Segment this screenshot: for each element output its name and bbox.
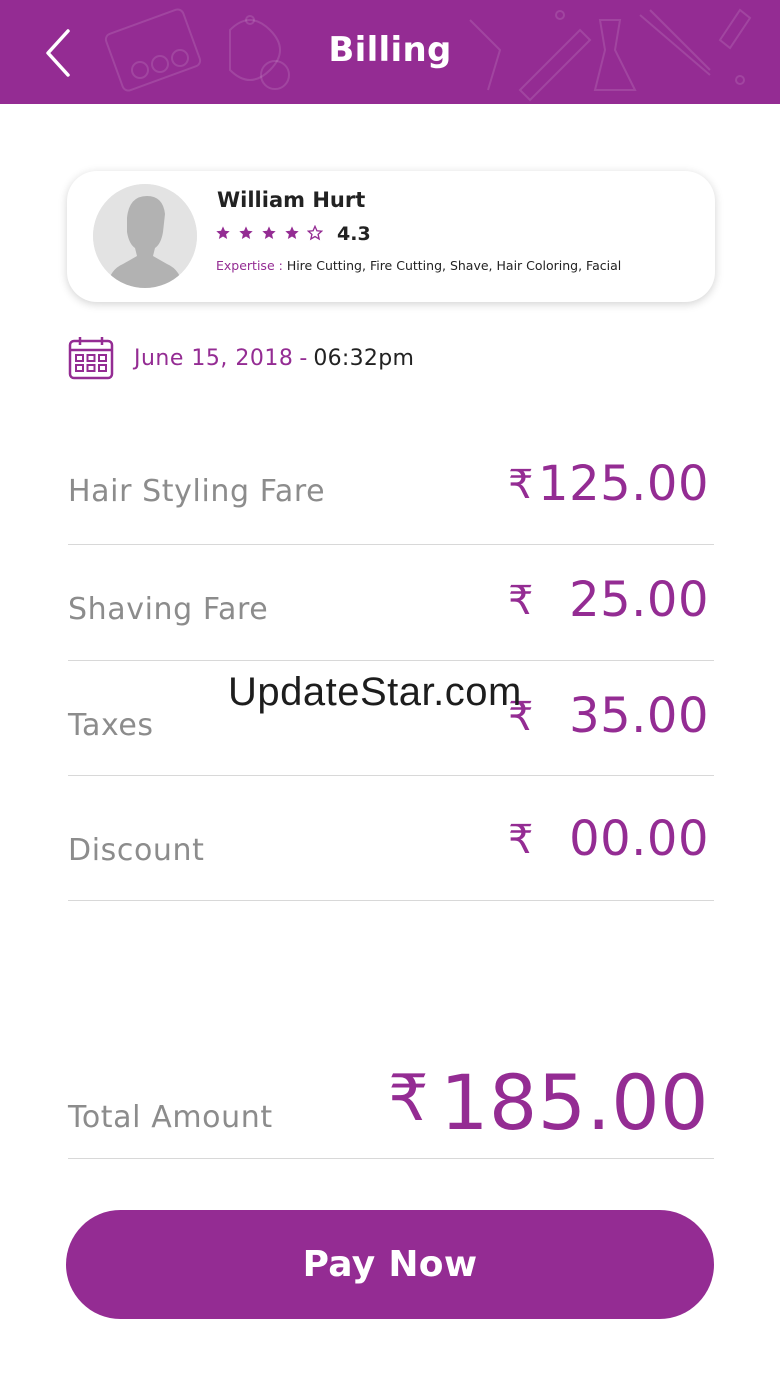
total-amount-row: Total Amount ₹ 185.00	[68, 1040, 714, 1159]
date-time-separator: -	[299, 345, 308, 371]
fare-row-discount: Discount ₹ 00.00	[68, 775, 714, 901]
avatar	[93, 184, 197, 288]
star-rating	[215, 225, 323, 241]
app-header: Billing	[0, 0, 780, 104]
fare-row-hair-styling: Hair Styling Fare ₹ 125.00	[68, 440, 714, 545]
fare-row-shaving: Shaving Fare ₹ 25.00	[68, 544, 714, 661]
fare-label: Shaving Fare	[68, 592, 269, 627]
pay-now-button[interactable]: Pay Now	[66, 1210, 714, 1319]
fare-amount: 35.00	[569, 688, 709, 744]
star-outline-icon	[307, 225, 323, 241]
fare-amount: 125.00	[538, 456, 709, 512]
star-filled-icon	[285, 226, 299, 239]
appointment-time: 06:32pm	[313, 345, 415, 371]
page-title: Billing	[328, 30, 452, 70]
fare-label: Hair Styling Fare	[68, 474, 326, 509]
fare-label: Taxes	[68, 708, 154, 743]
appointment-date: June 15, 2018	[134, 345, 294, 371]
expertise-label: Expertise :	[216, 258, 283, 273]
rating-value: 4.3	[337, 223, 371, 245]
expertise-value: Hire Cutting, Fire Cutting, Shave, Hair …	[286, 258, 622, 273]
stylist-card[interactable]: William Hurt 4.3 Expertise : Hire Cuttin…	[67, 171, 715, 302]
person-silhouette-icon	[93, 184, 197, 288]
star-filled-icon	[239, 226, 253, 239]
stylist-name: William Hurt	[217, 188, 366, 212]
fare-label: Discount	[68, 833, 205, 868]
fare-amount: 25.00	[569, 572, 709, 628]
total-amount: 185.00	[440, 1058, 709, 1147]
currency-symbol: ₹	[508, 578, 534, 624]
star-filled-icon	[262, 226, 276, 239]
star-filled-icon	[216, 226, 230, 239]
currency-symbol: ₹	[508, 817, 534, 863]
expertise-line: Expertise : Hire Cutting, Fire Cutting, …	[216, 258, 621, 273]
total-label: Total Amount	[68, 1100, 273, 1135]
fare-amount: 00.00	[569, 811, 709, 867]
currency-symbol: ₹	[388, 1062, 429, 1136]
appointment-datetime: June 15, 2018 - 06:32pm	[68, 336, 414, 380]
calendar-icon	[68, 337, 114, 380]
watermark: UpdateStar.com	[228, 670, 522, 714]
currency-symbol: ₹	[508, 462, 534, 508]
